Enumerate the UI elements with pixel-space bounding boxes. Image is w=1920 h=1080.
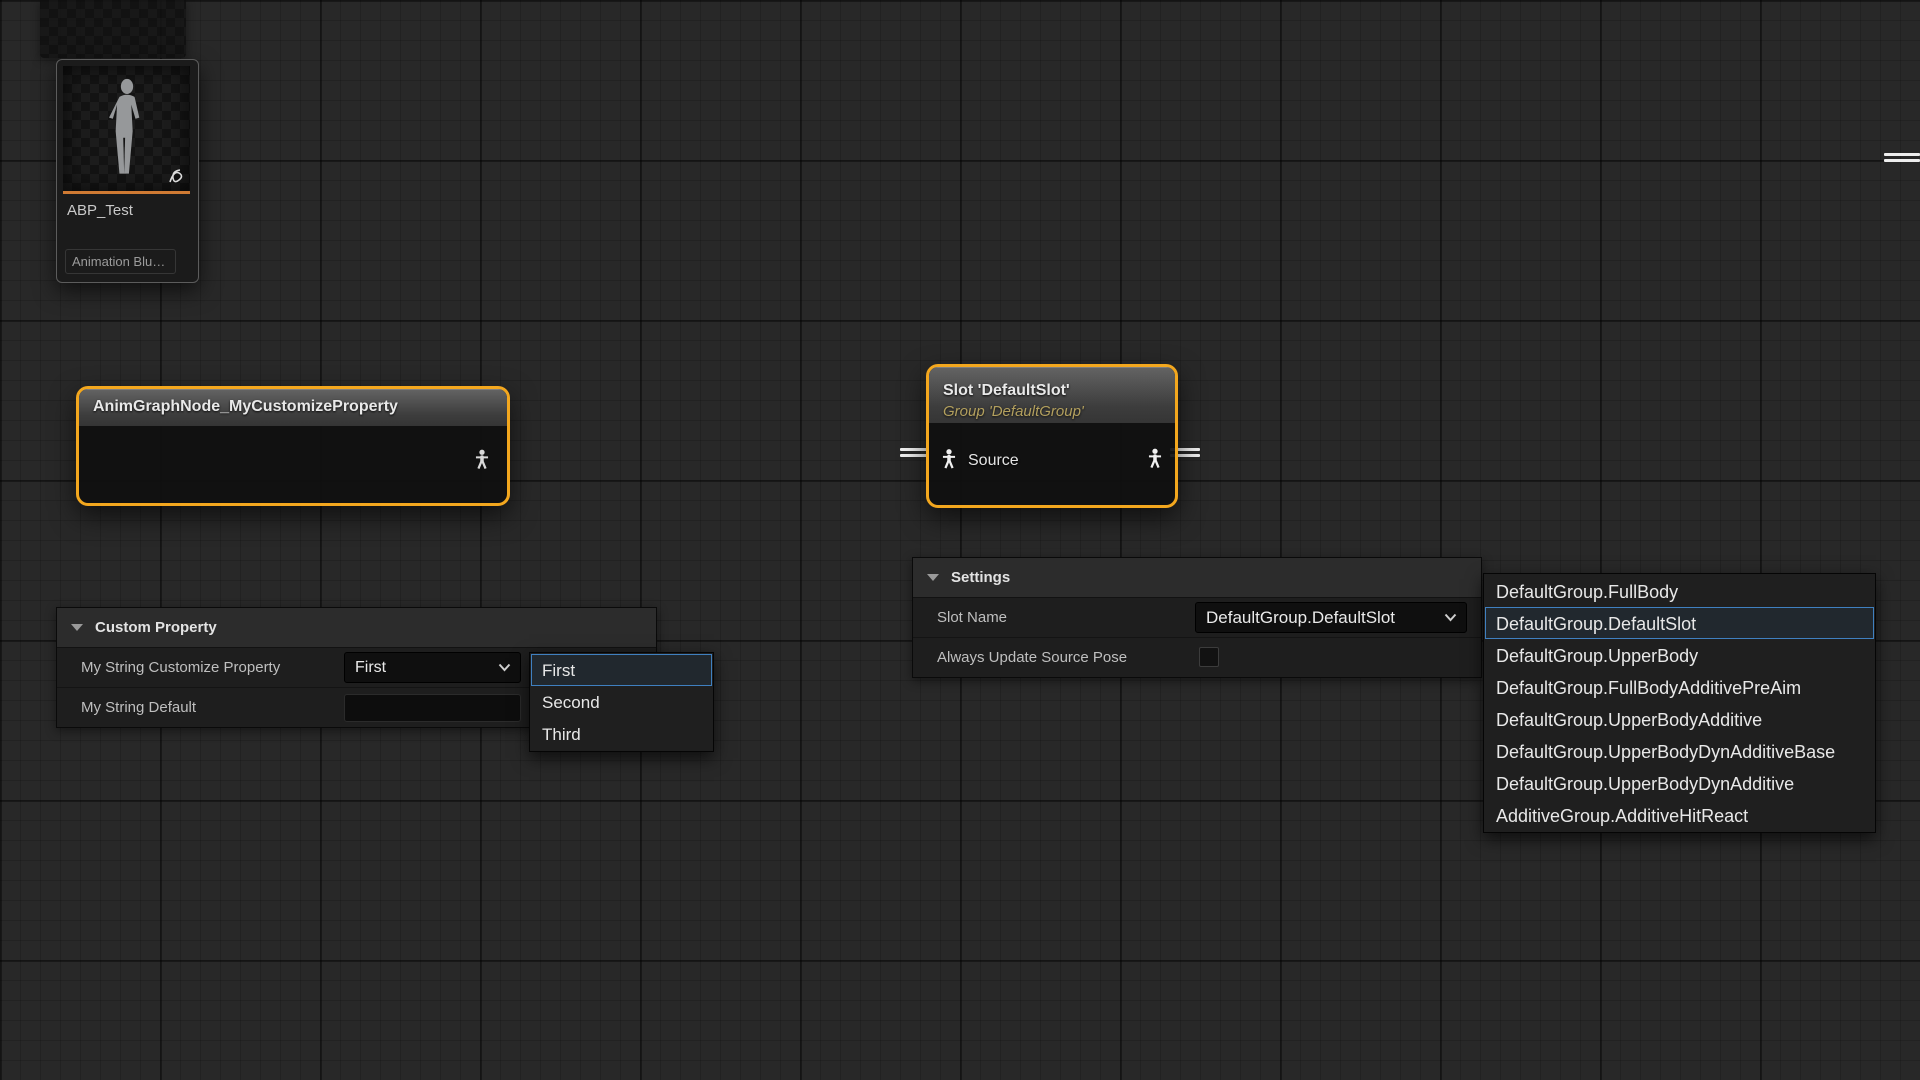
pose-wire-edge-bottom[interactable]: [1884, 159, 1920, 162]
asset-tile-cutoff: [40, 0, 186, 58]
category-header-custom-property[interactable]: Custom Property: [57, 608, 656, 648]
dropdown-option[interactable]: DefaultGroup.UpperBodyAdditive: [1485, 703, 1874, 735]
chevron-down-icon: [1444, 613, 1457, 622]
dropdown-option[interactable]: Third: [531, 718, 712, 750]
property-row-slot-name: Slot Name DefaultGroup.DefaultSlot: [913, 598, 1481, 638]
expand-arrow-icon[interactable]: [927, 574, 939, 581]
asset-thumbnail: [63, 66, 190, 191]
always-update-source-pose-checkbox[interactable]: [1199, 647, 1219, 667]
scribble-icon: [167, 166, 189, 188]
blueprint-graph-canvas[interactable]: ABP_Test Animation Blue… AnimGraphNode_M…: [0, 0, 1920, 1080]
asset-card-abp-test[interactable]: ABP_Test Animation Blue…: [56, 59, 199, 283]
property-row-always-update-source-pose: Always Update Source Pose: [913, 638, 1481, 677]
dropdown-option[interactable]: DefaultGroup.UpperBodyDynAdditive: [1485, 767, 1874, 799]
property-label: My String Default: [57, 699, 196, 716]
category-label: Settings: [951, 569, 1010, 586]
combo-value: First: [355, 659, 386, 677]
dropdown-option[interactable]: DefaultGroup.UpperBody: [1485, 639, 1874, 671]
pose-wire-edge-top[interactable]: [1884, 153, 1920, 156]
node-body: Source: [929, 423, 1175, 499]
asset-type-colorbar: [63, 191, 190, 194]
dropdown-option[interactable]: DefaultGroup.FullBody: [1485, 575, 1874, 607]
asset-type-label: Animation Blue…: [65, 249, 176, 274]
property-label: Always Update Source Pose: [913, 649, 1127, 666]
dropdown-option[interactable]: DefaultGroup.DefaultSlot: [1485, 607, 1874, 639]
property-label: Slot Name: [913, 609, 1007, 626]
dropdown-option[interactable]: DefaultGroup.UpperBodyDynAdditiveBase: [1485, 735, 1874, 767]
node-subtitle: Group 'DefaultGroup': [943, 403, 1161, 421]
category-header-settings[interactable]: Settings: [913, 558, 1481, 598]
slot-name-dropdown-menu: DefaultGroup.FullBody DefaultGroup.Defau…: [1483, 573, 1876, 833]
source-pin-label: Source: [968, 452, 1019, 470]
source-input-pin-icon[interactable]: [938, 448, 960, 475]
dropdown-option[interactable]: AdditiveGroup.AdditiveHitReact: [1485, 799, 1874, 831]
node-header[interactable]: AnimGraphNode_MyCustomizeProperty: [79, 389, 507, 426]
node-slot-defaultslot[interactable]: Slot 'DefaultSlot' Group 'DefaultGroup' …: [926, 364, 1178, 508]
settings-panel: Settings Slot Name DefaultGroup.DefaultS…: [912, 557, 1482, 678]
dropdown-option[interactable]: DefaultGroup.FullBodyAdditivePreAim: [1485, 671, 1874, 703]
asset-title: ABP_Test: [67, 202, 188, 219]
my-string-default-input[interactable]: [344, 694, 521, 722]
node-body: [79, 426, 507, 497]
node-animgraphnode-mycustomizeproperty[interactable]: AnimGraphNode_MyCustomizeProperty: [76, 386, 510, 506]
pose-wire-left-bottom[interactable]: [900, 454, 928, 457]
mannequin-icon: [102, 77, 152, 181]
category-label: Custom Property: [95, 619, 217, 636]
pose-output-pin-icon[interactable]: [471, 448, 493, 475]
chevron-down-icon: [498, 663, 511, 672]
dropdown-option[interactable]: Second: [531, 686, 712, 718]
my-string-customize-combobox[interactable]: First: [344, 652, 521, 683]
string-customize-dropdown-menu: First Second Third: [529, 652, 714, 752]
pose-output-pin-icon[interactable]: [1144, 448, 1166, 475]
node-header[interactable]: Slot 'DefaultSlot' Group 'DefaultGroup': [929, 367, 1175, 423]
combo-value: DefaultGroup.DefaultSlot: [1206, 608, 1395, 628]
property-label: My String Customize Property: [57, 659, 280, 676]
pose-wire-left-top[interactable]: [900, 448, 928, 451]
dropdown-option[interactable]: First: [531, 654, 712, 686]
expand-arrow-icon[interactable]: [71, 624, 83, 631]
node-title: AnimGraphNode_MyCustomizeProperty: [93, 389, 493, 425]
slot-name-combobox[interactable]: DefaultGroup.DefaultSlot: [1195, 602, 1467, 633]
